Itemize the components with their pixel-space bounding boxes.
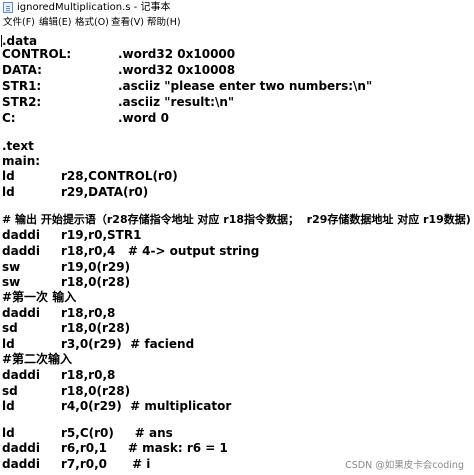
code-args: r3,0(r29) # faciend: [61, 337, 195, 351]
code-value: .word 0: [118, 111, 169, 125]
code-op: daddi: [2, 244, 40, 258]
code-comment: #第一次 输入: [2, 290, 77, 304]
code-op: daddi: [2, 228, 40, 242]
menu-bar: 文件(F) 编辑(E) 格式(O) 查看(V) 帮助(H): [0, 15, 474, 32]
code-args: r4,0(r29) # multiplicator: [61, 399, 232, 413]
code-op: ld: [2, 337, 15, 351]
text-editor[interactable]: .data CONTROL: .word32 0x10000 DATA: .wo…: [0, 31, 474, 475]
code-op: daddi: [2, 306, 40, 320]
code-op: ld: [2, 426, 15, 440]
code-args: r7,r0,0 # i: [61, 457, 151, 471]
csdn-watermark: CSDN @如果皮卡会coding: [345, 460, 464, 471]
code-args: r18,0(r28): [61, 384, 131, 398]
menu-format[interactable]: 格式(O): [75, 17, 109, 29]
menu-file[interactable]: 文件(F): [3, 17, 35, 29]
code-line: .data: [2, 34, 38, 48]
window-title: ignoredMultiplication.s - 记事本: [17, 2, 171, 13]
code-args: r6,r0,1 # mask: r6 = 1: [61, 441, 228, 455]
code-label: DATA:: [2, 63, 42, 77]
code-args: r19,0(r29): [61, 260, 131, 274]
code-op: daddi: [2, 457, 40, 471]
code-label: C:: [2, 111, 16, 125]
code-op: sd: [2, 321, 18, 335]
code-args: r18,r0,8: [61, 368, 116, 382]
code-op: sw: [2, 260, 21, 274]
notepad-icon: [3, 2, 13, 13]
code-op: daddi: [2, 368, 40, 382]
code-line: .text: [2, 139, 34, 153]
menu-help[interactable]: 帮助(H): [147, 17, 181, 29]
code-op: daddi: [2, 441, 40, 455]
code-op: sd: [2, 384, 18, 398]
code-args: r29,DATA(r0): [61, 185, 149, 199]
code-value: .word32 0x10008: [118, 63, 236, 77]
code-args: r18,r0,4 # 4-> output string: [61, 244, 260, 258]
code-op: ld: [2, 399, 15, 413]
code-value: .asciiz "please enter two numbers:\n": [118, 79, 373, 93]
code-op: ld: [2, 185, 15, 199]
code-op: sw: [2, 275, 21, 289]
code-args: r28,CONTROL(r0): [61, 169, 178, 183]
code-value: .word32 0x10000: [118, 47, 236, 61]
menu-view[interactable]: 查看(V): [111, 17, 144, 29]
code-comment: #第二次输入: [2, 352, 73, 366]
code-args: r18,r0,8: [61, 306, 116, 320]
code-line: main:: [2, 154, 41, 168]
code-args: r18,0(r28): [61, 321, 131, 335]
menu-edit[interactable]: 编辑(E): [39, 17, 71, 29]
code-args: r18,0(r28): [61, 275, 131, 289]
title-bar: ignoredMultiplication.s - 记事本: [0, 0, 474, 15]
code-op: ld: [2, 169, 15, 183]
code-args: r19,r0,STR1: [61, 228, 142, 242]
code-label: CONTROL:: [2, 47, 72, 61]
code-args: r5,C(r0) # ans: [61, 426, 173, 440]
code-comment: # 输出 开始提示语（r28存储指令地址 对应 r18指令数据； r29存储数据…: [2, 213, 471, 226]
code-label: STR2:: [2, 95, 42, 109]
code-label: STR1:: [2, 79, 42, 93]
code-value: .asciiz "result:\n": [118, 95, 235, 109]
